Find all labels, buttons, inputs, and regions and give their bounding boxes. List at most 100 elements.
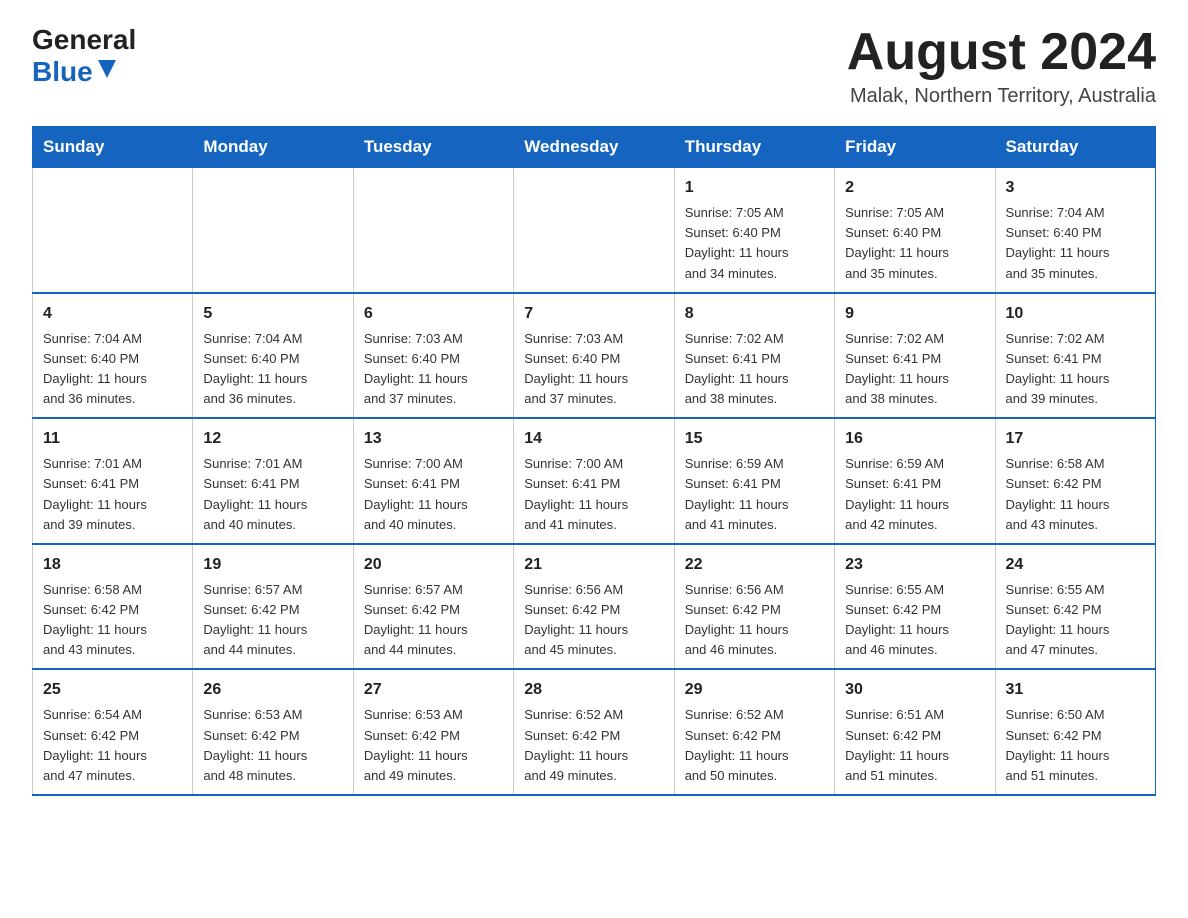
calendar-day-cell: 8 Sunrise: 7:02 AM Sunset: 6:41 PM Daylig…: [674, 293, 834, 419]
logo-general-text: General: [32, 24, 136, 56]
calendar-day-cell: 13Sunrise: 7:00 AM Sunset: 6:41 PM Dayli…: [353, 418, 513, 544]
calendar-day-cell: 31 Sunrise: 6:50 AM Sunset: 6:42 PM Dayli…: [995, 669, 1155, 795]
day-info: Sunrise: 7:03 AM Sunset: 6:40 PM Dayligh…: [524, 329, 663, 410]
day-number: 17: [1006, 427, 1145, 451]
day-info: Sunrise: 6:59 AM Sunset: 6:41 PM Dayligh…: [685, 454, 824, 535]
day-info: Sunrise: 7:05 AM Sunset: 6:40 PM Dayligh…: [685, 203, 824, 284]
day-of-week-header: Tuesday: [353, 127, 513, 168]
day-info: Sunrise: 6:53 AM Sunset: 6:42 PM Dayligh…: [203, 705, 342, 786]
day-number: 11: [43, 427, 182, 451]
calendar-day-cell: 10Sunrise: 7:02 AM Sunset: 6:41 PM Dayli…: [995, 293, 1155, 419]
day-info: Sunrise: 7:04 AM Sunset: 6:40 PM Dayligh…: [203, 329, 342, 410]
day-info: Sunrise: 6:54 AM Sunset: 6:42 PM Dayligh…: [43, 705, 182, 786]
calendar-day-cell: 11 Sunrise: 7:01 AM Sunset: 6:41 PM Dayli…: [33, 418, 193, 544]
day-number: 16: [845, 427, 984, 451]
day-number: 26: [203, 678, 342, 702]
calendar-week-row: 1 Sunrise: 7:05 AM Sunset: 6:40 PM Daylig…: [33, 168, 1156, 293]
calendar-day-cell: 2 Sunrise: 7:05 AM Sunset: 6:40 PM Daylig…: [835, 168, 995, 293]
calendar-day-cell: 6Sunrise: 7:03 AM Sunset: 6:40 PM Daylig…: [353, 293, 513, 419]
day-of-week-header: Sunday: [33, 127, 193, 168]
day-info: Sunrise: 6:53 AM Sunset: 6:42 PM Dayligh…: [364, 705, 503, 786]
calendar-day-cell: 22 Sunrise: 6:56 AM Sunset: 6:42 PM Dayli…: [674, 544, 834, 670]
day-info: Sunrise: 6:55 AM Sunset: 6:42 PM Dayligh…: [1006, 580, 1145, 661]
day-info: Sunrise: 6:56 AM Sunset: 6:42 PM Dayligh…: [524, 580, 663, 661]
day-info: Sunrise: 7:05 AM Sunset: 6:40 PM Dayligh…: [845, 203, 984, 284]
calendar-day-cell: 27 Sunrise: 6:53 AM Sunset: 6:42 PM Dayli…: [353, 669, 513, 795]
day-info: Sunrise: 6:55 AM Sunset: 6:42 PM Dayligh…: [845, 580, 984, 661]
day-number: 23: [845, 553, 984, 577]
calendar-day-cell: 28Sunrise: 6:52 AM Sunset: 6:42 PM Dayli…: [514, 669, 674, 795]
calendar-day-cell: [514, 168, 674, 293]
day-number: 9: [845, 302, 984, 326]
calendar-day-cell: 18Sunrise: 6:58 AM Sunset: 6:42 PM Dayli…: [33, 544, 193, 670]
calendar-header-row: SundayMondayTuesdayWednesdayThursdayFrid…: [33, 127, 1156, 168]
calendar-day-cell: 23 Sunrise: 6:55 AM Sunset: 6:42 PM Dayli…: [835, 544, 995, 670]
calendar-day-cell: 1 Sunrise: 7:05 AM Sunset: 6:40 PM Daylig…: [674, 168, 834, 293]
calendar-day-cell: 25Sunrise: 6:54 AM Sunset: 6:42 PM Dayli…: [33, 669, 193, 795]
month-title: August 2024: [847, 24, 1156, 81]
day-number: 28: [524, 678, 663, 702]
calendar-day-cell: 9 Sunrise: 7:02 AM Sunset: 6:41 PM Daylig…: [835, 293, 995, 419]
calendar-week-row: 18Sunrise: 6:58 AM Sunset: 6:42 PM Dayli…: [33, 544, 1156, 670]
calendar-day-cell: 7 Sunrise: 7:03 AM Sunset: 6:40 PM Daylig…: [514, 293, 674, 419]
day-info: Sunrise: 7:02 AM Sunset: 6:41 PM Dayligh…: [685, 329, 824, 410]
day-number: 30: [845, 678, 984, 702]
day-number: 8: [685, 302, 824, 326]
calendar-week-row: 4 Sunrise: 7:04 AM Sunset: 6:40 PM Daylig…: [33, 293, 1156, 419]
calendar-day-cell: 15 Sunrise: 6:59 AM Sunset: 6:41 PM Dayli…: [674, 418, 834, 544]
calendar-day-cell: 4 Sunrise: 7:04 AM Sunset: 6:40 PM Daylig…: [33, 293, 193, 419]
calendar-day-cell: [193, 168, 353, 293]
day-info: Sunrise: 6:57 AM Sunset: 6:42 PM Dayligh…: [364, 580, 503, 661]
calendar-day-cell: 26 Sunrise: 6:53 AM Sunset: 6:42 PM Dayli…: [193, 669, 353, 795]
calendar-day-cell: 5Sunrise: 7:04 AM Sunset: 6:40 PM Daylig…: [193, 293, 353, 419]
day-info: Sunrise: 7:01 AM Sunset: 6:41 PM Dayligh…: [203, 454, 342, 535]
calendar-week-row: 11 Sunrise: 7:01 AM Sunset: 6:41 PM Dayli…: [33, 418, 1156, 544]
day-number: 24: [1006, 553, 1145, 577]
logo: General Blue: [32, 24, 136, 88]
day-number: 27: [364, 678, 503, 702]
day-info: Sunrise: 6:50 AM Sunset: 6:42 PM Dayligh…: [1006, 705, 1145, 786]
day-of-week-header: Saturday: [995, 127, 1155, 168]
day-info: Sunrise: 7:04 AM Sunset: 6:40 PM Dayligh…: [1006, 203, 1145, 284]
day-number: 15: [685, 427, 824, 451]
day-number: 18: [43, 553, 182, 577]
calendar-table: SundayMondayTuesdayWednesdayThursdayFrid…: [32, 126, 1156, 796]
day-number: 21: [524, 553, 663, 577]
day-number: 1: [685, 176, 824, 200]
calendar-day-cell: 19 Sunrise: 6:57 AM Sunset: 6:42 PM Dayli…: [193, 544, 353, 670]
calendar-day-cell: 21 Sunrise: 6:56 AM Sunset: 6:42 PM Dayli…: [514, 544, 674, 670]
day-info: Sunrise: 7:04 AM Sunset: 6:40 PM Dayligh…: [43, 329, 182, 410]
location-text: Malak, Northern Territory, Australia: [847, 85, 1156, 108]
page-header: General Blue August 2024 Malak, Northern…: [32, 24, 1156, 108]
day-info: Sunrise: 6:56 AM Sunset: 6:42 PM Dayligh…: [685, 580, 824, 661]
day-number: 31: [1006, 678, 1145, 702]
day-number: 19: [203, 553, 342, 577]
logo-blue-text: Blue: [32, 56, 93, 88]
day-of-week-header: Thursday: [674, 127, 834, 168]
calendar-day-cell: 12 Sunrise: 7:01 AM Sunset: 6:41 PM Dayli…: [193, 418, 353, 544]
calendar-day-cell: [353, 168, 513, 293]
day-number: 4: [43, 302, 182, 326]
day-info: Sunrise: 7:00 AM Sunset: 6:41 PM Dayligh…: [364, 454, 503, 535]
day-of-week-header: Monday: [193, 127, 353, 168]
day-number: 6: [364, 302, 503, 326]
calendar-day-cell: 20 Sunrise: 6:57 AM Sunset: 6:42 PM Dayli…: [353, 544, 513, 670]
day-number: 2: [845, 176, 984, 200]
calendar-day-cell: 30Sunrise: 6:51 AM Sunset: 6:42 PM Dayli…: [835, 669, 995, 795]
day-info: Sunrise: 7:00 AM Sunset: 6:41 PM Dayligh…: [524, 454, 663, 535]
day-number: 12: [203, 427, 342, 451]
day-number: 3: [1006, 176, 1145, 200]
calendar-day-cell: 16 Sunrise: 6:59 AM Sunset: 6:41 PM Dayli…: [835, 418, 995, 544]
day-number: 20: [364, 553, 503, 577]
day-number: 22: [685, 553, 824, 577]
day-info: Sunrise: 6:57 AM Sunset: 6:42 PM Dayligh…: [203, 580, 342, 661]
day-info: Sunrise: 7:02 AM Sunset: 6:41 PM Dayligh…: [845, 329, 984, 410]
day-info: Sunrise: 6:59 AM Sunset: 6:41 PM Dayligh…: [845, 454, 984, 535]
day-number: 7: [524, 302, 663, 326]
calendar-day-cell: 17 Sunrise: 6:58 AM Sunset: 6:42 PM Dayli…: [995, 418, 1155, 544]
day-info: Sunrise: 7:01 AM Sunset: 6:41 PM Dayligh…: [43, 454, 182, 535]
day-info: Sunrise: 6:52 AM Sunset: 6:42 PM Dayligh…: [685, 705, 824, 786]
day-info: Sunrise: 6:58 AM Sunset: 6:42 PM Dayligh…: [1006, 454, 1145, 535]
calendar-day-cell: 14Sunrise: 7:00 AM Sunset: 6:41 PM Dayli…: [514, 418, 674, 544]
day-of-week-header: Friday: [835, 127, 995, 168]
